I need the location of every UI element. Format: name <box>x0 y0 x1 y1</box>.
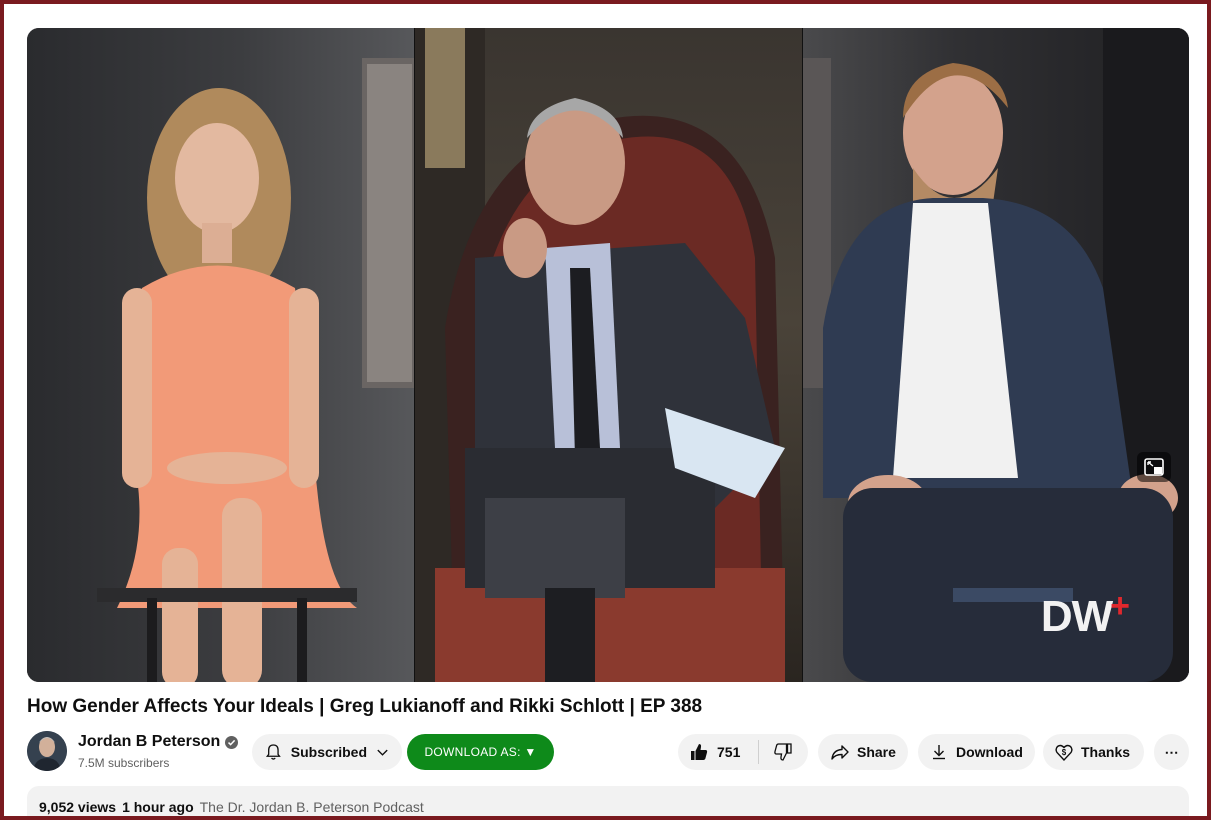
more-icon: ⋯ <box>1164 743 1179 760</box>
share-label: Share <box>857 744 896 760</box>
description-meta: 9,052 views 1 hour ago The Dr. Jordan B.… <box>39 799 424 815</box>
thanks-label: Thanks <box>1081 744 1131 760</box>
thanks-button[interactable]: $ Thanks <box>1043 734 1144 770</box>
svg-text:$: $ <box>1062 748 1067 757</box>
video-panel-middle <box>415 28 803 682</box>
dw-watermark-text: DW <box>1040 592 1113 641</box>
host-figure <box>415 28 785 682</box>
download-button[interactable]: Download <box>918 734 1035 770</box>
video-panel-right: DW+ <box>803 28 1189 682</box>
dw-watermark: DW+ <box>1040 587 1131 642</box>
verified-check-icon <box>225 735 239 749</box>
download-label: Download <box>956 744 1023 760</box>
super-thanks-icon: $ <box>1055 744 1073 762</box>
dw-watermark-plus: + <box>1110 587 1130 625</box>
subscribed-label: Subscribed <box>290 744 367 760</box>
bell-icon <box>265 744 281 760</box>
channel-name[interactable]: Jordan B Peterson <box>78 733 220 751</box>
share-arrow-icon <box>831 745 849 760</box>
video-title: How Gender Affects Your Ideals | Greg Lu… <box>27 696 703 717</box>
share-button[interactable]: Share <box>818 734 908 770</box>
chevron-down-icon <box>377 749 388 756</box>
channel-avatar-image <box>27 731 67 771</box>
video-player[interactable]: DW+ <box>27 28 1189 682</box>
miniplayer-icon[interactable] <box>1137 452 1171 482</box>
like-count: 751 <box>717 744 741 760</box>
guest-left-figure <box>97 58 415 682</box>
more-actions-button[interactable]: ⋯ <box>1154 734 1189 770</box>
view-count: 9,052 views <box>39 799 117 815</box>
playlist-link[interactable]: The Dr. Jordan B. Peterson Podcast <box>200 799 424 815</box>
like-button[interactable]: 751 <box>678 734 758 770</box>
subscriber-count: 7.5M subscribers <box>78 756 170 770</box>
description-box[interactable]: 9,052 views 1 hour ago The Dr. Jordan B.… <box>27 786 1189 816</box>
like-dislike-group: 751 <box>678 734 808 770</box>
subscribed-button[interactable]: Subscribed <box>252 734 402 770</box>
download-as-button[interactable]: DOWNLOAD AS: ▼ <box>407 734 554 770</box>
channel-name-wrap: Jordan B Peterson <box>78 733 239 751</box>
page-frame: DW+ How Gender Affects Your Ideals | Gre… <box>4 4 1207 816</box>
thumbs-down-icon <box>774 743 792 761</box>
video-panel-left <box>27 28 415 682</box>
dislike-button[interactable] <box>759 734 807 770</box>
download-icon <box>933 745 945 760</box>
channel-action-row: Jordan B Peterson 7.5M subscribers Subsc… <box>27 730 1189 774</box>
avatar[interactable] <box>27 731 67 771</box>
upload-time: 1 hour ago <box>122 799 194 815</box>
thumbs-up-icon <box>691 744 708 760</box>
guest-right-figure <box>803 28 1189 682</box>
